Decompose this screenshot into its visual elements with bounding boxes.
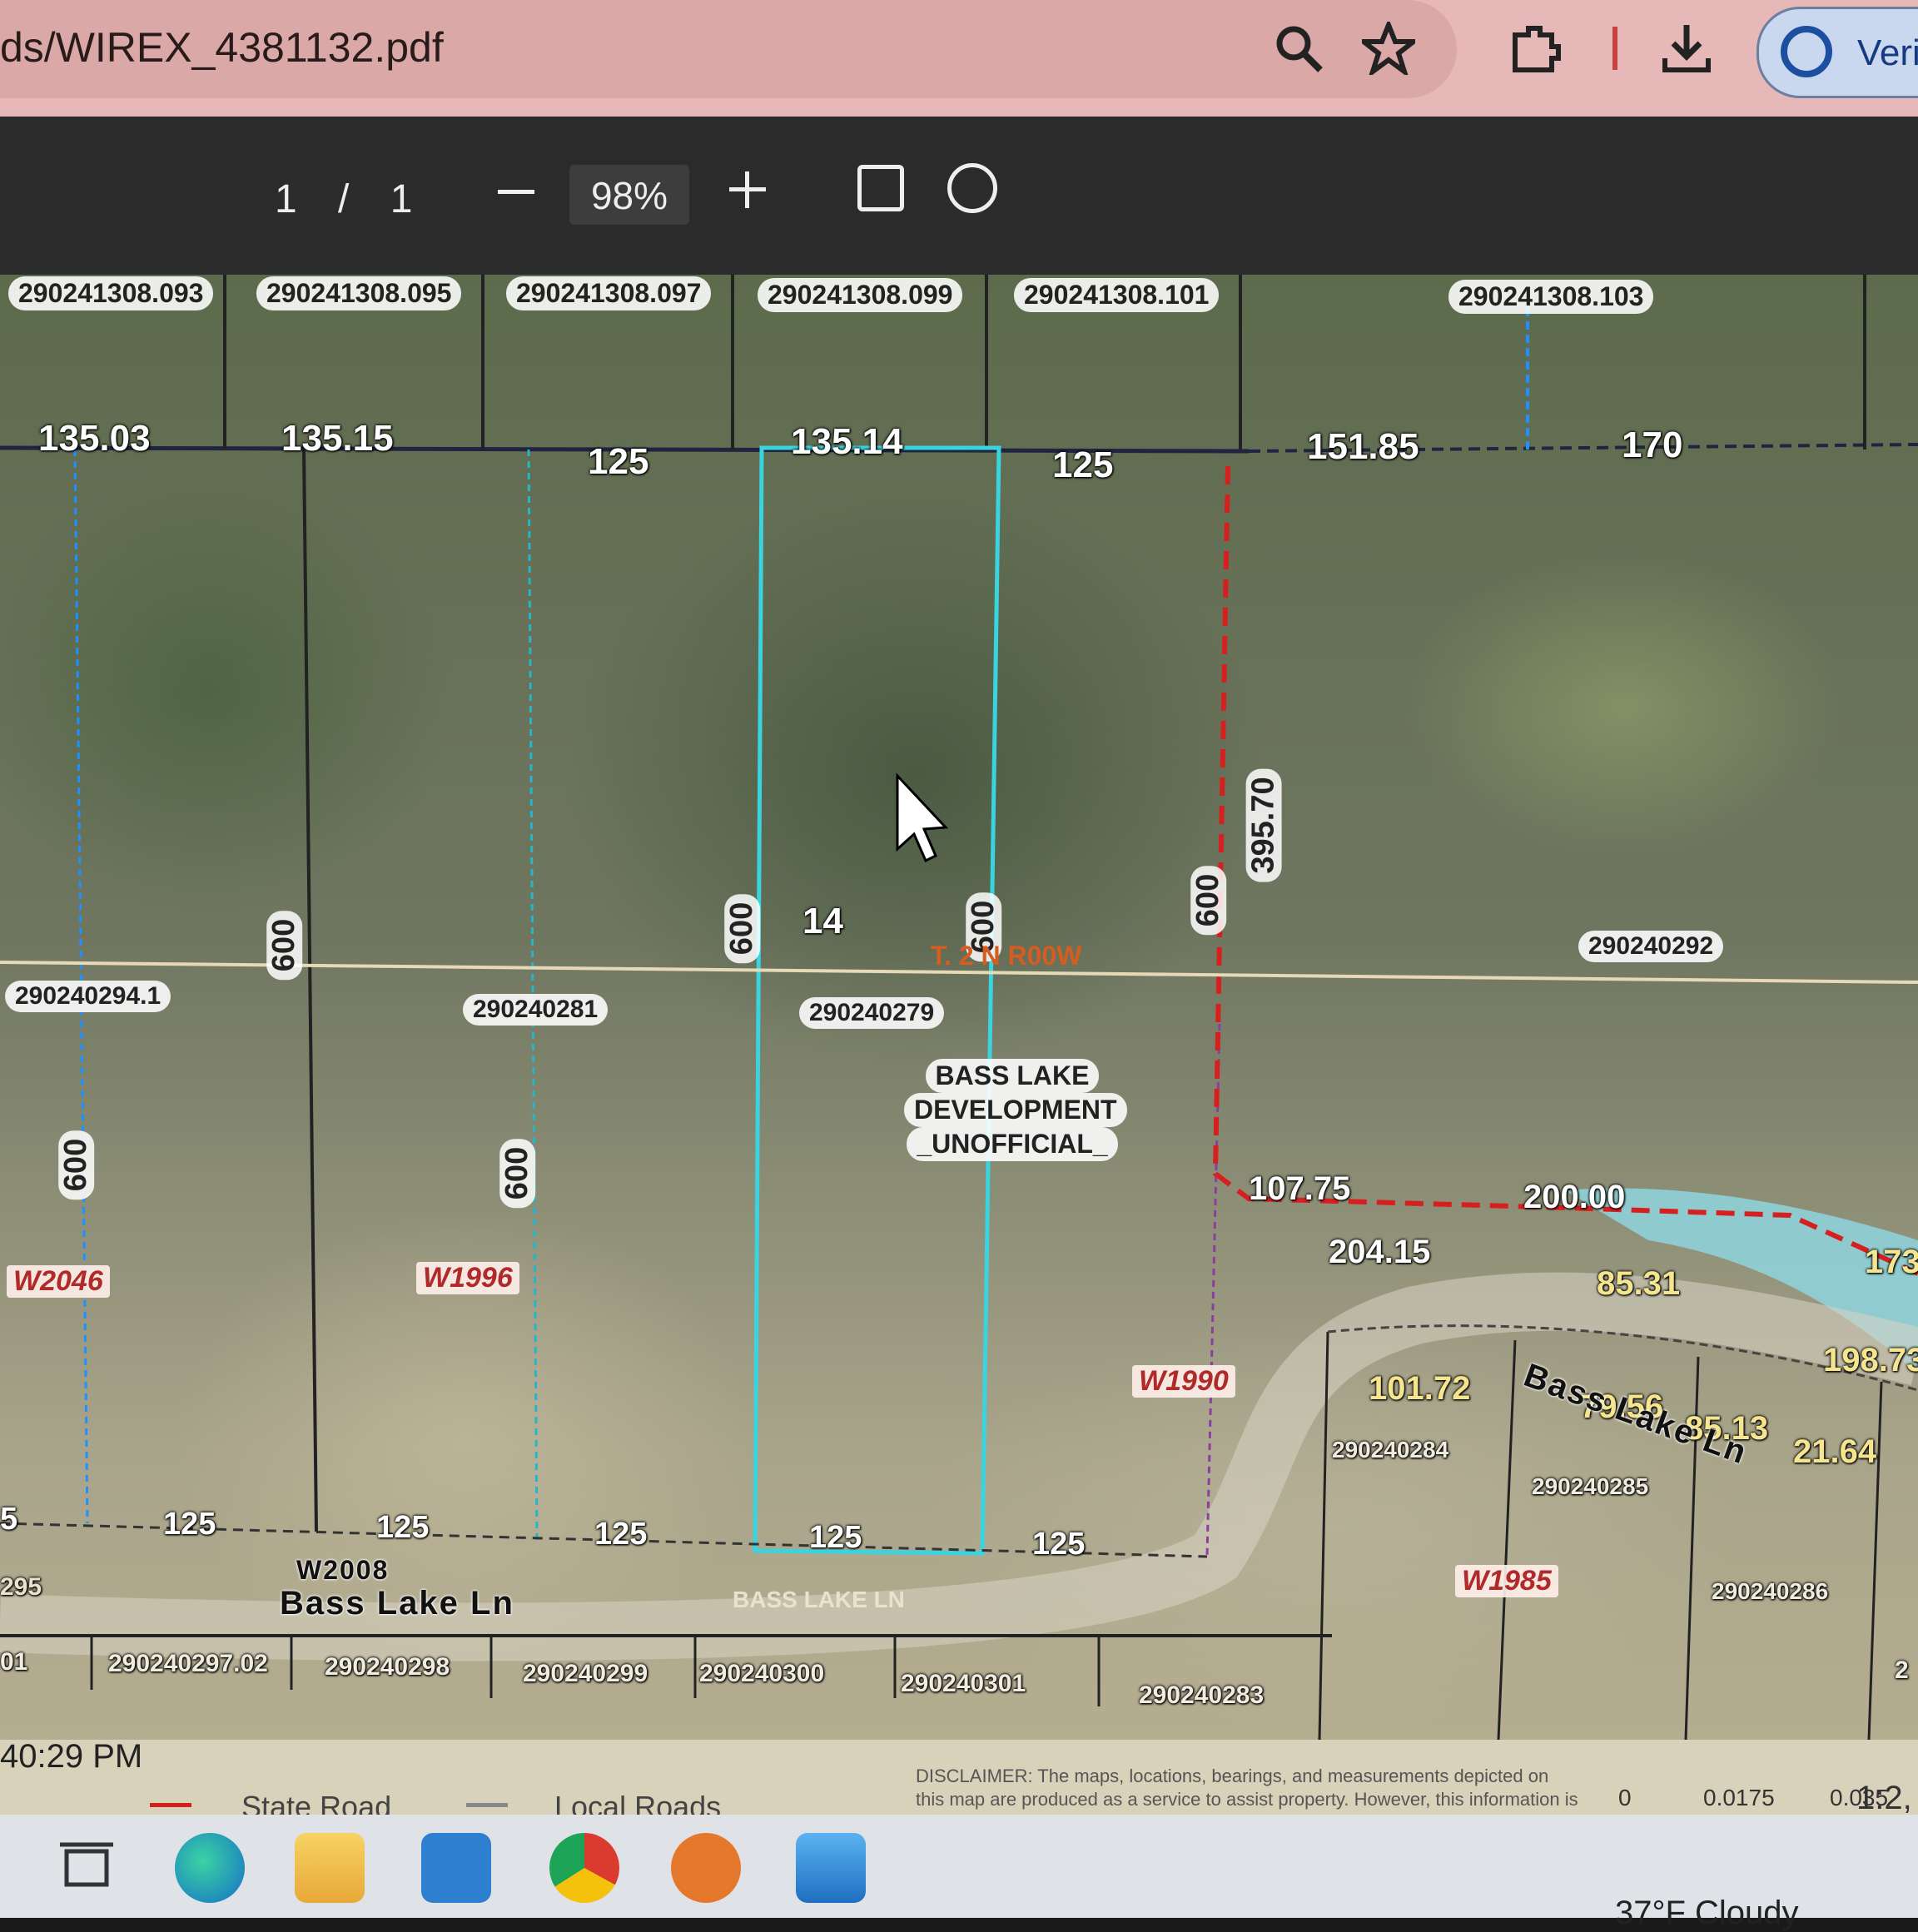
road-label-faded: BASS LAKE LN: [733, 1587, 905, 1612]
edge-fragment-label: 2: [1895, 1656, 1909, 1684]
parcel-id-label: 290240294.1: [5, 981, 171, 1012]
dimension-label: 125: [1052, 445, 1114, 485]
dimension-label: 395.70: [1245, 768, 1282, 882]
road-label: Bass Lake Ln: [280, 1585, 514, 1622]
parcel-id-label: 290240301: [901, 1670, 1026, 1697]
parcel-id-label: 290240283: [1139, 1681, 1265, 1709]
print-time: 40:29 PM: [0, 1738, 143, 1775]
zoom-input[interactable]: 98%: [569, 165, 689, 225]
parcel-id-label: 290240284: [1332, 1437, 1449, 1463]
verify-badge-icon: [1781, 26, 1832, 77]
dimension-label: 600: [58, 1130, 95, 1200]
dimension-label: 170: [1622, 425, 1683, 465]
development-label: BASS LAKE DEVELOPMENT _UNOFFICIAL_: [904, 1059, 1127, 1161]
parcel-id-label: 290241308.097: [506, 276, 712, 310]
parcel-id-label: 290241308.095: [256, 276, 462, 310]
parcel-id-label: 290240281: [463, 994, 609, 1026]
dimension-label: 21.64: [1793, 1433, 1877, 1470]
parcel-id-label: 290240286: [1712, 1578, 1829, 1604]
development-line: BASS LAKE: [925, 1059, 1100, 1093]
edge-browser-icon[interactable]: [175, 1833, 245, 1903]
dimension-label: 125: [588, 441, 649, 482]
parcel-id-label: 290240297.02: [108, 1650, 268, 1677]
verify-label: Verif: [1857, 32, 1918, 73]
state-road-swatch: [150, 1803, 191, 1807]
parcel-id-label: 290241308.099: [758, 278, 963, 312]
parcel-map[interactable]: 290241308.093 290241308.095 290241308.09…: [0, 275, 1918, 1740]
dimension-label: 135.15: [281, 418, 394, 459]
url-text: ds/WIREX_4381132.pdf: [0, 24, 444, 71]
taskbar: 37°F Cloudy: [0, 1815, 1918, 1931]
dimension-label: 107.75: [1249, 1170, 1351, 1207]
bookmark-star-icon[interactable]: [1356, 17, 1421, 78]
pdf-toolbar: 1 / 1 98%: [0, 117, 1918, 275]
dimension-label: 125: [376, 1510, 430, 1545]
dimension-label: 101.72: [1369, 1370, 1471, 1407]
dimension-label: 600: [724, 893, 761, 964]
parcel-id-label: 290240292: [1578, 931, 1724, 962]
dimension-label: 125: [1032, 1527, 1086, 1562]
development-line: _UNOFFICIAL_: [907, 1127, 1118, 1161]
download-icon[interactable]: [1660, 22, 1713, 75]
dimension-label: 135.14: [791, 421, 903, 462]
scale-tick: 0.0175: [1703, 1785, 1775, 1810]
file-explorer-icon[interactable]: [295, 1833, 365, 1903]
dimension-label: 173: [1865, 1244, 1918, 1280]
dimension-label: 151.85: [1307, 426, 1419, 467]
dimension-label: 600: [266, 910, 303, 981]
search-icon[interactable]: [1272, 22, 1325, 75]
zoom-out-button[interactable]: [491, 166, 541, 216]
app-icon[interactable]: [671, 1833, 741, 1903]
address-label: W1985: [1455, 1565, 1558, 1597]
dimension-label: 125: [594, 1517, 648, 1552]
dimension-label: 200.00: [1523, 1179, 1626, 1215]
edge-fragment-label: 01: [0, 1648, 28, 1676]
address-bar[interactable]: ds/WIREX_4381132.pdf: [0, 0, 1457, 98]
verify-button[interactable]: Verif: [1757, 7, 1918, 98]
separator-icon: [1588, 22, 1642, 75]
zoom-value: 98%: [590, 174, 668, 217]
township-label: T. 2 N R00W: [931, 941, 1082, 971]
parcel-id-label: 290241308.101: [1014, 278, 1220, 312]
parcel-id-label: 290240285: [1532, 1473, 1649, 1499]
parcel-id-label: 290241308.093: [8, 276, 214, 310]
development-line: DEVELOPMENT: [904, 1093, 1127, 1127]
weather-widget[interactable]: 37°F Cloudy: [1615, 1895, 1799, 1932]
mail-icon[interactable]: [421, 1833, 491, 1903]
address-label: W2046: [7, 1265, 110, 1298]
dimension-label: 198.73: [1823, 1342, 1918, 1378]
address-label: W1996: [416, 1262, 519, 1294]
parcel-id-label: 290240300: [699, 1660, 825, 1687]
dimension-label: 204.15: [1329, 1234, 1431, 1270]
parcel-id-label: 290240279: [799, 997, 945, 1029]
task-view-icon[interactable]: [52, 1833, 122, 1903]
address-label: W1990: [1132, 1365, 1235, 1398]
photos-icon[interactable]: [796, 1833, 866, 1903]
map-lines: [0, 275, 1918, 1740]
parcel-id-label: 290240299: [523, 1660, 648, 1687]
lot-number: 14: [802, 901, 843, 941]
edge-fragment-label: 5: [0, 1502, 18, 1537]
scale-tick: 0: [1618, 1785, 1632, 1810]
parcel-id-label: 290240298: [325, 1653, 450, 1681]
parcel-id-label: 290241308.103: [1448, 280, 1654, 314]
dimension-label: 125: [163, 1507, 216, 1542]
dimension-label: 85.31: [1597, 1265, 1681, 1302]
rotate-icon[interactable]: [947, 163, 997, 213]
dimension-label: 600: [499, 1138, 536, 1209]
page-indicator[interactable]: 1 / 1: [275, 176, 427, 222]
address-label: W2008: [296, 1555, 390, 1585]
edge-fragment-label: 295: [0, 1573, 42, 1601]
chrome-icon[interactable]: [549, 1833, 619, 1903]
dimension-label: 125: [809, 1520, 862, 1555]
dimension-label: 600: [1190, 865, 1227, 936]
zoom-in-button[interactable]: [723, 165, 773, 215]
local-road-swatch: [466, 1803, 508, 1807]
browser-top-bar: ds/WIREX_4381132.pdf Verif: [0, 0, 1918, 117]
dimension-label: 135.03: [38, 418, 151, 459]
extensions-icon[interactable]: [1508, 22, 1562, 75]
scale-tick: 0.035: [1830, 1785, 1889, 1810]
fit-page-icon[interactable]: [857, 165, 904, 211]
